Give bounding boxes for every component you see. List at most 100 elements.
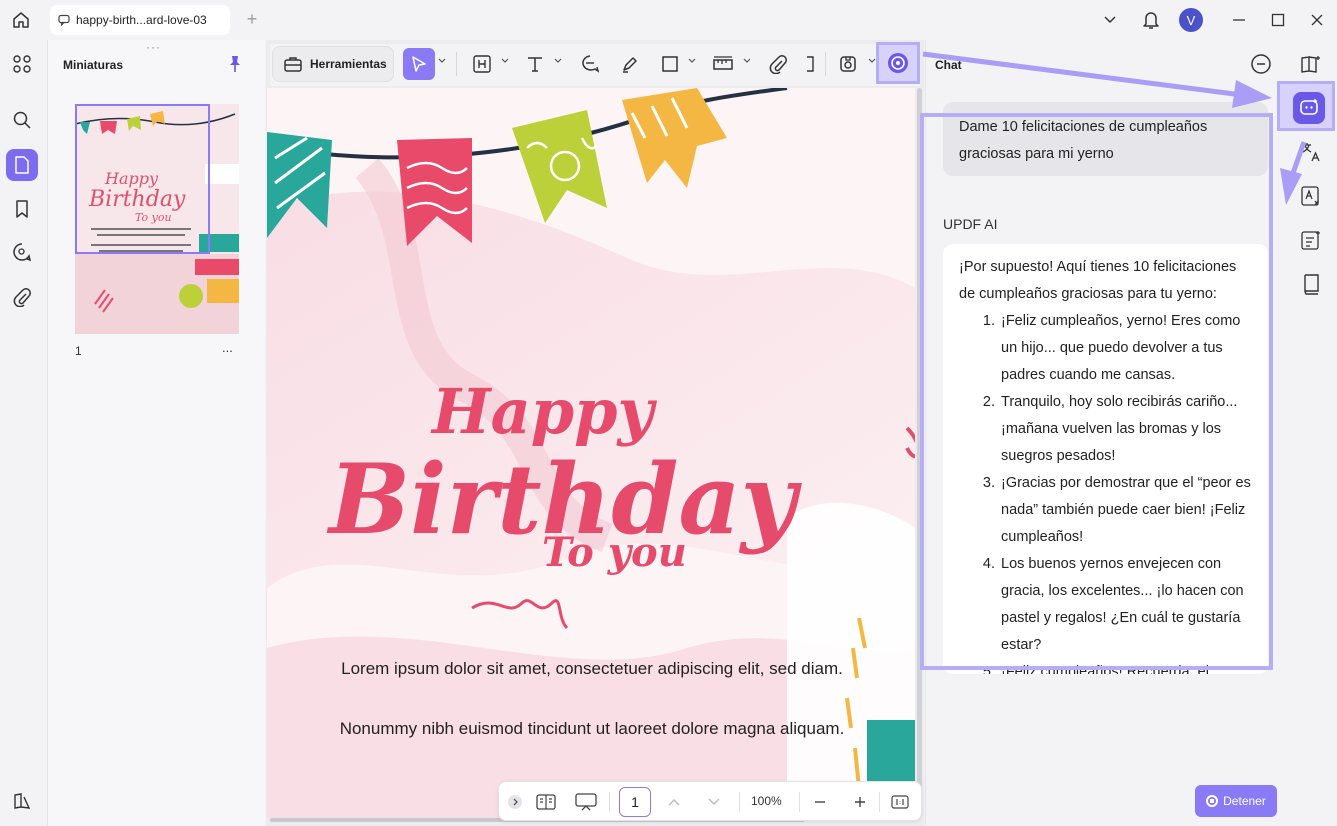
new-tab-button[interactable]: + (243, 10, 261, 28)
toolbox-icon (284, 57, 302, 72)
shape-tool[interactable] (654, 48, 686, 80)
pdf-page: Happy Birthday To you Lorem ipsum dolor … (267, 88, 915, 818)
history-icon[interactable] (1249, 52, 1273, 76)
chevron-down-icon (1104, 16, 1116, 24)
header-tool[interactable] (466, 48, 498, 80)
collapse-bar-button[interactable] (504, 791, 526, 813)
comment-tool[interactable] (574, 48, 606, 80)
chevron-down-icon[interactable] (688, 58, 696, 64)
chevron-down-icon (708, 798, 720, 805)
thumbnails-button[interactable] (6, 149, 38, 181)
chat-title: Chat (935, 58, 962, 72)
actual-size-button[interactable] (889, 791, 911, 813)
bookmarks-button[interactable] (6, 193, 38, 225)
heading-to-you: To you (542, 529, 687, 576)
stamp-tool[interactable] (707, 48, 739, 80)
monitor-icon (575, 793, 597, 811)
two-page-icon (536, 794, 556, 810)
pen-icon (623, 57, 637, 73)
chevron-down-icon[interactable] (554, 58, 562, 64)
heading-happy: Happy (430, 375, 657, 448)
zoom-out-button[interactable] (809, 791, 831, 813)
layers-button[interactable] (6, 785, 38, 817)
text-tool[interactable] (519, 48, 551, 80)
document-tab[interactable]: happy-birth...ard-love-03 (50, 5, 230, 35)
maximize-icon (1271, 13, 1285, 27)
maximize-button[interactable] (1266, 8, 1290, 32)
thumbnails-panel: ··· Miniaturas Happy Birthday To you 1 .… (47, 40, 265, 826)
tools-label: Herramientas (310, 57, 387, 71)
highlight-annotation (920, 113, 1273, 670)
next-page-button[interactable] (703, 791, 725, 813)
chevron-up-icon (668, 799, 680, 806)
zoom-level[interactable]: 100% (751, 794, 782, 808)
toolbar-divider (456, 52, 457, 76)
tools-button[interactable]: Herramientas (272, 46, 394, 82)
translate-button[interactable] (1297, 138, 1325, 166)
chevron-down-icon[interactable] (868, 58, 876, 64)
stop-icon (1206, 795, 1219, 807)
thumbnails-title: Miniaturas (63, 58, 124, 72)
summarize-button[interactable] (1297, 226, 1325, 254)
page-icon (15, 156, 29, 174)
minimize-icon (1233, 19, 1245, 21)
previous-page-button[interactable] (663, 791, 685, 813)
paperclip-icon (13, 288, 31, 307)
heading-icon (473, 55, 491, 73)
text-icon (528, 57, 542, 72)
select-tool[interactable] (403, 48, 435, 80)
chevron-right-circle-icon (508, 795, 522, 809)
apps-button[interactable] (6, 48, 38, 80)
chevron-down-icon[interactable] (501, 58, 509, 64)
bell-icon (1143, 12, 1159, 29)
pagebar-divider (739, 792, 740, 812)
ai-logo-icon (888, 53, 908, 73)
thumbnail-page-number: 1 (75, 344, 82, 358)
notifications-button[interactable] (1139, 8, 1163, 32)
tab-title: happy-birth...ard-love-03 (76, 13, 207, 27)
comment-search-icon (13, 243, 32, 262)
tabs-dropdown-button[interactable] (1098, 8, 1122, 32)
grid-icon (13, 55, 31, 73)
translate-document-button[interactable] (1297, 182, 1325, 210)
ruler-icon (713, 56, 733, 70)
ai-chat-button[interactable] (1293, 92, 1325, 124)
summary-icon (1301, 231, 1320, 250)
search-icon (13, 111, 31, 129)
page-navigation-bar: 1 100% (498, 781, 922, 821)
comment-icon (58, 14, 70, 26)
resize-grip[interactable]: ··· (146, 40, 161, 54)
highlighter-tool[interactable] (614, 48, 646, 80)
chevron-down-icon[interactable] (743, 58, 751, 64)
thumbnail-more-button[interactable]: ... (222, 340, 233, 355)
ai-assistant-tool[interactable] (876, 42, 920, 84)
ocr-tool[interactable] (832, 48, 864, 80)
pagebar-divider (879, 792, 880, 812)
avatar[interactable]: V (1179, 8, 1203, 32)
chevron-down-icon[interactable] (438, 58, 446, 64)
more-tools[interactable] (800, 48, 820, 80)
library-button[interactable] (1297, 270, 1325, 298)
plus-icon (855, 797, 865, 807)
pin-icon[interactable] (226, 54, 244, 74)
zoom-in-button[interactable] (849, 791, 871, 813)
attach-tool[interactable] (762, 48, 794, 80)
page-layout-button[interactable] (535, 791, 557, 813)
pagebar-divider (799, 792, 800, 812)
minimize-button[interactable] (1227, 8, 1251, 32)
toolbar-divider (825, 52, 826, 76)
home-button[interactable] (8, 7, 34, 33)
search-button[interactable] (6, 104, 38, 136)
title-bar: happy-birth...ard-love-03 + V (0, 0, 1337, 40)
reading-mode-button[interactable] (1297, 50, 1325, 78)
comment-icon (582, 55, 600, 73)
birthday-card-artwork: Happy Birthday To you (267, 88, 915, 818)
comments-button[interactable] (6, 236, 38, 268)
pagebar-divider (609, 792, 610, 812)
close-button[interactable] (1305, 8, 1329, 32)
presentation-button[interactable] (575, 791, 597, 813)
layers-icon (14, 793, 31, 809)
attachments-button[interactable] (6, 281, 38, 313)
page-number-input[interactable]: 1 (619, 787, 651, 817)
stop-button[interactable]: Detener (1195, 785, 1277, 817)
